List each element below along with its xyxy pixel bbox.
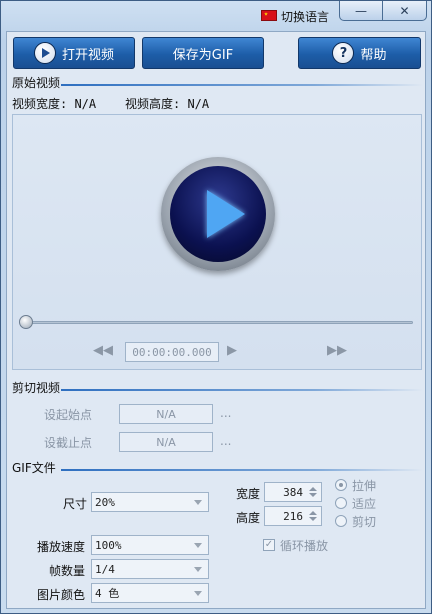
chevron-down-icon (194, 500, 202, 505)
height-spinner[interactable]: 216 (264, 506, 322, 526)
spin-down-icon[interactable] (309, 493, 317, 497)
minimize-icon: — (355, 3, 367, 18)
stretch-radio[interactable] (335, 479, 347, 491)
spin-up-icon[interactable] (309, 511, 317, 515)
minimize-button[interactable]: — (339, 1, 383, 21)
height-value: 216 (283, 509, 303, 523)
help-icon: ? (332, 42, 355, 64)
frames-select[interactable]: 1/4 (91, 559, 209, 579)
end-point-browse[interactable]: ... (220, 434, 231, 448)
save-gif-button[interactable]: 保存为GIF (142, 37, 264, 69)
colors-value: 4 色 (95, 587, 120, 600)
stretch-label: 拉伸 (352, 479, 377, 493)
switch-language-button[interactable]: 切换语言 (281, 8, 329, 25)
fit-radio[interactable] (335, 497, 347, 509)
seek-handle[interactable] (19, 315, 33, 329)
speed-select[interactable]: 100% (91, 535, 209, 555)
save-gif-label: 保存为GIF (172, 47, 234, 63)
end-point-label: 设截止点 (44, 436, 93, 450)
close-icon: ✕ (399, 3, 410, 18)
play-icon (207, 190, 245, 238)
size-label: 尺寸 (63, 497, 88, 511)
crop-label: 剪切 (352, 515, 377, 529)
video-width-text: 视频宽度: N/A (12, 97, 97, 111)
start-point-browse[interactable]: ... (220, 406, 231, 420)
size-select[interactable]: 20% (91, 492, 209, 512)
play-button-face (170, 166, 266, 262)
end-point-field[interactable]: N/A (119, 432, 213, 452)
section-divider (61, 469, 423, 471)
close-button[interactable]: ✕ (383, 1, 427, 21)
section-divider (61, 389, 423, 391)
section-divider (61, 84, 423, 86)
video-height-text: 视频高度: N/A (125, 97, 210, 111)
loop-checkbox[interactable]: ✓ (263, 539, 275, 551)
width-spinner[interactable]: 384 (264, 482, 322, 502)
big-play-button[interactable] (161, 157, 275, 271)
help-button[interactable]: ? 帮助 (298, 37, 421, 69)
chevron-down-icon (194, 591, 202, 596)
window-controls: — ✕ (339, 1, 427, 21)
play-icon (33, 42, 56, 64)
colors-label: 图片颜色 (37, 588, 86, 602)
fast-forward-icon[interactable]: ▶▶ (327, 343, 347, 358)
speed-label: 播放速度 (37, 540, 86, 554)
spin-up-icon[interactable] (309, 487, 317, 491)
open-video-button[interactable]: 打开视频 (13, 37, 135, 69)
cut-video-title: 剪切视频 (12, 381, 61, 395)
start-point-label: 设起始点 (44, 408, 93, 422)
start-point-field[interactable]: N/A (119, 404, 213, 424)
size-value: 20% (95, 495, 115, 509)
rewind-icon[interactable]: ◀◀ (93, 343, 113, 358)
loop-label: 循环播放 (280, 539, 329, 553)
open-video-label: 打开视频 (61, 47, 114, 63)
crop-radio[interactable] (335, 515, 347, 527)
width-label: 宽度 (236, 487, 261, 501)
speed-value: 100% (95, 538, 122, 552)
main-panel: 打开视频 保存为GIF ? 帮助 原始视频 视频宽度: N/A 视频高度: N/… (6, 31, 426, 609)
spin-down-icon[interactable] (309, 517, 317, 521)
video-preview[interactable]: ◀◀ 00:00:00.000 ▶ ▶▶ (12, 114, 422, 370)
original-video-title: 原始视频 (12, 76, 61, 90)
play-small-icon[interactable]: ▶ (227, 343, 237, 358)
help-label: 帮助 (360, 47, 387, 63)
china-flag-icon[interactable] (261, 10, 277, 21)
frames-value: 1/4 (95, 562, 115, 576)
fit-label: 适应 (352, 497, 377, 511)
seek-track[interactable] (21, 321, 413, 324)
chevron-down-icon (194, 543, 202, 548)
width-value: 384 (283, 485, 303, 499)
time-display: 00:00:00.000 (125, 342, 219, 362)
height-label: 高度 (236, 511, 261, 525)
title-bar: 切换语言 — ✕ (1, 1, 431, 31)
app-window: 切换语言 — ✕ 打开视频 保存为GIF ? 帮助 原始视频 视频宽度: N/A… (0, 0, 432, 614)
frames-label: 帧数量 (49, 564, 86, 578)
gif-file-title: GIF文件 (12, 461, 56, 475)
colors-select[interactable]: 4 色 (91, 583, 209, 603)
chevron-down-icon (194, 567, 202, 572)
